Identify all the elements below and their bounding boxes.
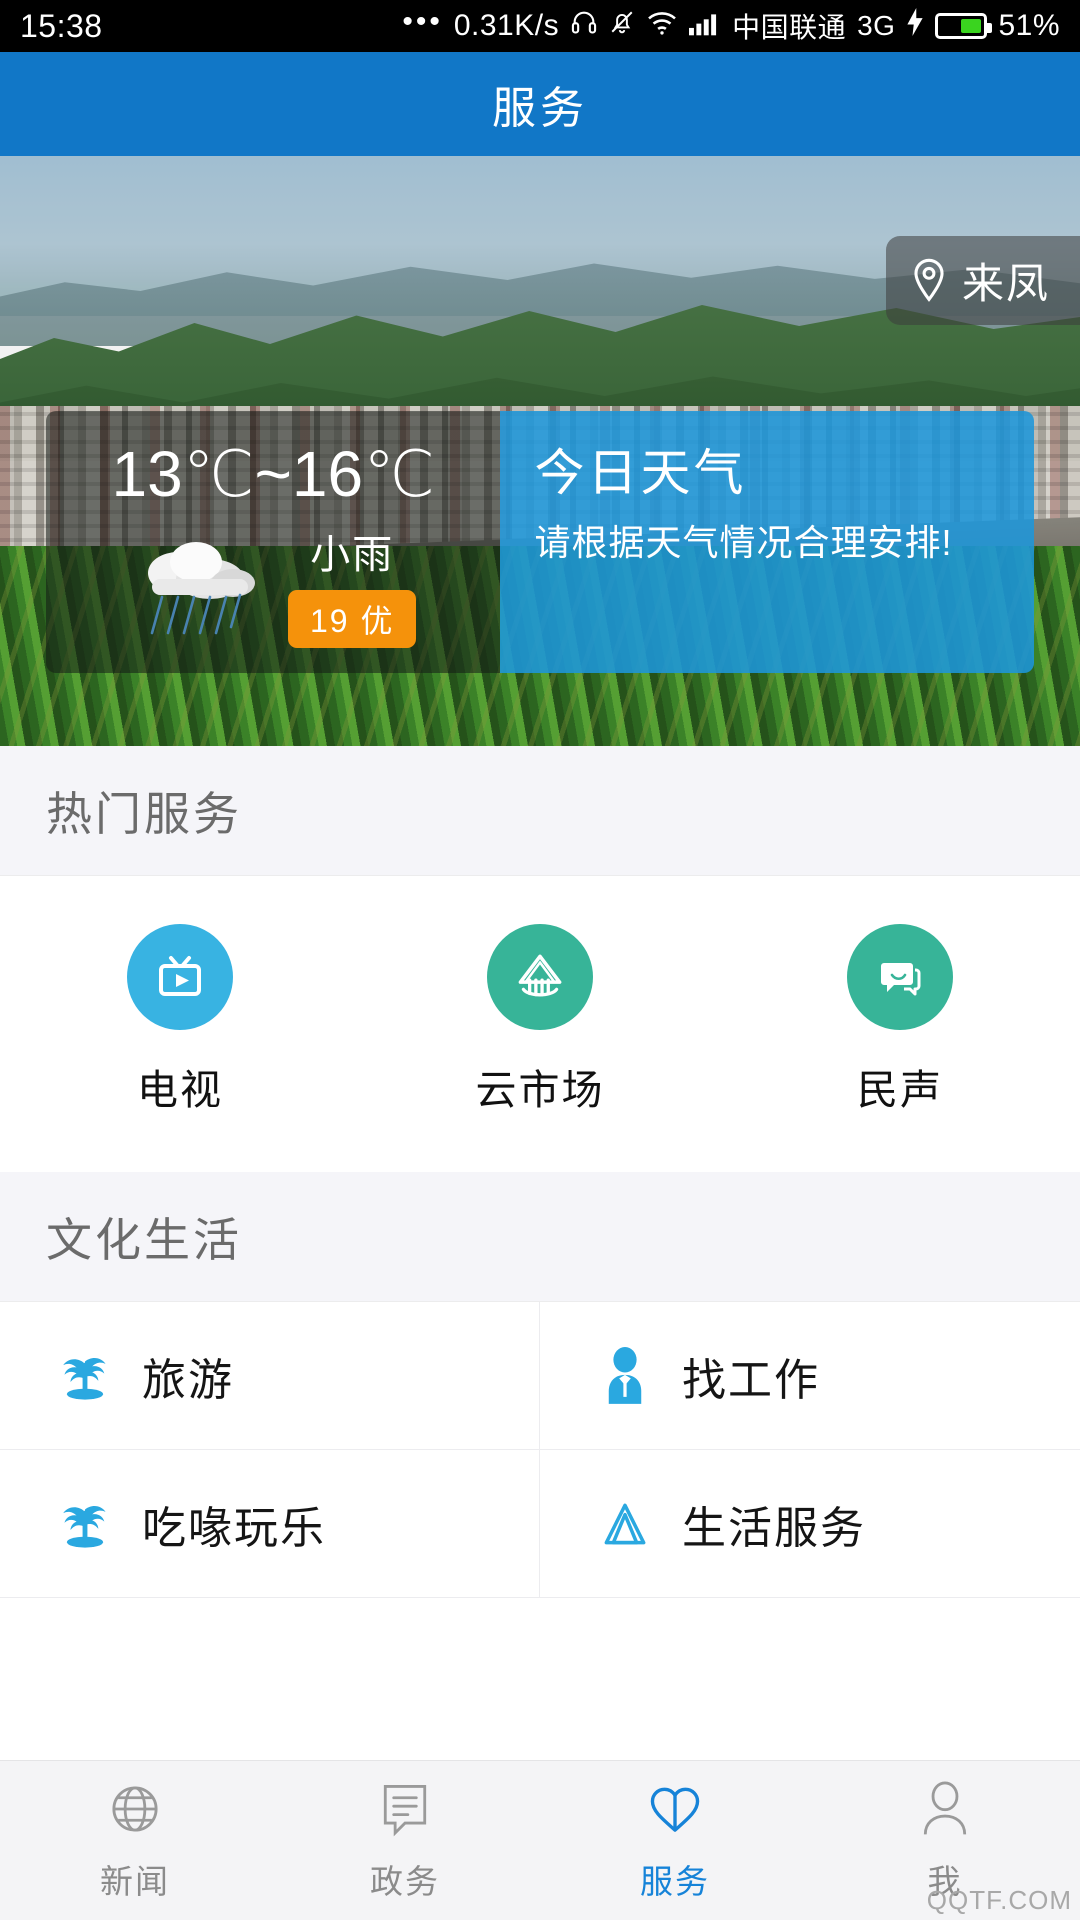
tab-label: 新闻 — [100, 1863, 170, 1900]
network-speed-label: 0.31K/s — [453, 9, 560, 42]
headphone-icon — [570, 7, 598, 45]
person-suit-icon — [596, 1346, 654, 1405]
hot-service-tv[interactable]: 电视 — [0, 924, 360, 1116]
more-dots-icon: ••• — [402, 5, 443, 38]
location-pin-icon — [910, 258, 948, 304]
palm-tree-icon — [56, 1347, 114, 1405]
status-time: 15:38 — [20, 7, 103, 44]
weather-panel-title: 今日天气 — [534, 445, 747, 501]
culture-item-find-job[interactable]: 找工作 — [540, 1302, 1080, 1450]
tab-services[interactable]: 服务 — [540, 1778, 810, 1903]
hot-services-section-header: 热门服务 — [0, 746, 1080, 876]
person-icon — [916, 1778, 974, 1845]
battery-icon — [935, 13, 993, 39]
chat-bubbles-icon — [847, 924, 953, 1030]
hot-service-public-voice[interactable]: 民声 — [720, 924, 1080, 1116]
culture-life-grid: 旅游 找工作 吃喙玩乐 生活服务 — [0, 1302, 1080, 1598]
culture-item-travel[interactable]: 旅游 — [0, 1302, 540, 1450]
document-chat-icon — [376, 1778, 434, 1845]
page-title: 服务 — [492, 84, 588, 133]
temperature-range: 13℃~16℃ — [111, 438, 435, 510]
cloud-market-icon — [487, 924, 593, 1030]
bell-muted-icon — [609, 7, 635, 45]
signal-icon — [689, 8, 721, 44]
charging-bolt-icon — [906, 8, 924, 44]
tab-government[interactable]: 政务 — [270, 1778, 540, 1903]
watermark-label: QQTF.COM — [926, 1885, 1072, 1915]
culture-life-section-header: 文化生活 — [0, 1172, 1080, 1302]
culture-item-label: 生活服务 — [682, 1503, 866, 1553]
carrier-label: 中国联通 — [732, 12, 847, 43]
hot-services-grid: 电视 云市场 民声 — [0, 876, 1080, 1172]
tab-news[interactable]: 新闻 — [0, 1778, 270, 1903]
status-indicators: ••• 0.31K/s 中国联通 3G 51% — [402, 6, 1060, 46]
weather-summary-card[interactable]: 13℃~16℃ 小雨 19 优 — [46, 411, 501, 673]
hot-services-title: 热门服务 — [46, 787, 242, 840]
culture-item-life-services[interactable]: 生活服务 — [540, 1450, 1080, 1598]
weather-widget[interactable]: 13℃~16℃ 小雨 19 优 今日天气 请根据天气情况合理安排! — [46, 411, 1034, 673]
weather-condition: 小雨 — [310, 533, 395, 577]
culture-item-label: 吃喙玩乐 — [142, 1503, 326, 1553]
hot-service-cloud-market[interactable]: 云市场 — [360, 924, 720, 1116]
rain-cloud-icon — [130, 529, 280, 641]
tab-label: 政务 — [370, 1863, 440, 1900]
culture-item-label: 找工作 — [682, 1355, 820, 1405]
aqi-badge: 19 优 — [287, 590, 417, 648]
wifi-icon — [646, 8, 678, 44]
location-chip[interactable]: 来凤 — [885, 236, 1080, 325]
culture-item-label: 旅游 — [142, 1355, 234, 1405]
culture-item-entertainment[interactable]: 吃喙玩乐 — [0, 1450, 540, 1598]
palm-tree-icon — [56, 1495, 114, 1553]
bottom-tab-bar: 新闻 政务 服务 我 QQTF.COM — [0, 1760, 1080, 1920]
heart-icon — [644, 1778, 706, 1845]
battery-percent-label: 51% — [998, 9, 1060, 42]
network-type-label: 3G — [857, 10, 896, 41]
hot-service-label: 云市场 — [475, 1067, 605, 1113]
app-header: 服务 — [0, 52, 1080, 156]
weather-panel-desc: 请根据天气情况合理安排! — [534, 522, 953, 563]
status-bar: 15:38 ••• 0.31K/s 中国联通 3G 51% — [0, 0, 1080, 52]
hot-service-label: 民声 — [857, 1067, 943, 1113]
tv-icon — [127, 924, 233, 1030]
culture-life-title: 文化生活 — [46, 1213, 242, 1266]
location-name: 来凤 — [961, 260, 1050, 307]
tab-label: 服务 — [640, 1863, 710, 1900]
mountain-icon — [596, 1495, 654, 1553]
hot-service-label: 电视 — [137, 1067, 223, 1113]
globe-icon — [104, 1778, 166, 1845]
hero-banner[interactable]: 来凤 13℃~16℃ 小雨 19 优 今日天气 请根据天气情况合理安排! — [0, 156, 1080, 746]
weather-advice-card[interactable]: 今日天气 请根据天气情况合理安排! — [500, 411, 1034, 673]
